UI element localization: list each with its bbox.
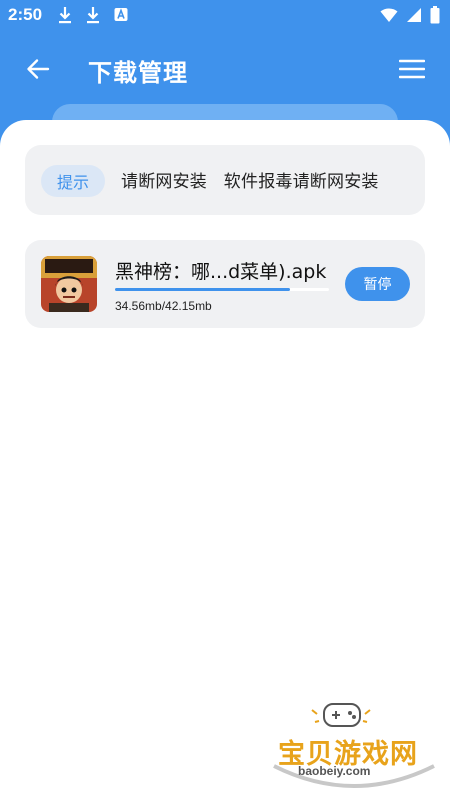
toolbar: 下载管理 — [0, 44, 450, 94]
back-button[interactable] — [18, 52, 58, 86]
signal-icon — [407, 8, 421, 22]
battery-icon — [430, 6, 440, 24]
file-name: 黑神榜：哪...d菜单).apk — [115, 261, 327, 283]
pause-button[interactable]: 暂停 — [345, 267, 410, 301]
menu-button[interactable] — [392, 52, 432, 86]
status-bar: 2:50 — [0, 0, 450, 32]
notice-tag: 提示 — [41, 165, 105, 197]
notice-text: 请断网安装 软件报毒请断网安装 — [121, 172, 379, 192]
a-badge-icon — [114, 8, 128, 21]
app-icon — [41, 256, 97, 312]
notice-card: 提示 请断网安装 软件报毒请断网安装 — [25, 145, 425, 215]
menu-icon — [399, 59, 425, 79]
download-item[interactable]: 黑神榜：哪...d菜单).apk 34.56mb/42.15mb 暂停 — [25, 240, 425, 328]
download-icon — [59, 7, 71, 24]
watermark-logo: 宝贝游戏网 baobeiy.com — [268, 700, 440, 795]
content-sheet — [0, 120, 450, 800]
system-icons — [380, 6, 440, 24]
arrow-left-icon — [27, 59, 50, 79]
file-size: 34.56mb/42.15mb — [115, 299, 212, 313]
download-progress-fill — [115, 288, 291, 291]
watermark-url: baobeiy.com — [298, 764, 371, 778]
notification-icons — [58, 5, 128, 25]
download-icon — [87, 7, 99, 24]
game-cover-icon — [41, 256, 97, 312]
download-progress-bar — [115, 288, 329, 291]
status-time: 2:50 — [8, 5, 43, 24]
page-title: 下载管理 — [88, 59, 188, 87]
wifi-icon — [380, 8, 398, 22]
